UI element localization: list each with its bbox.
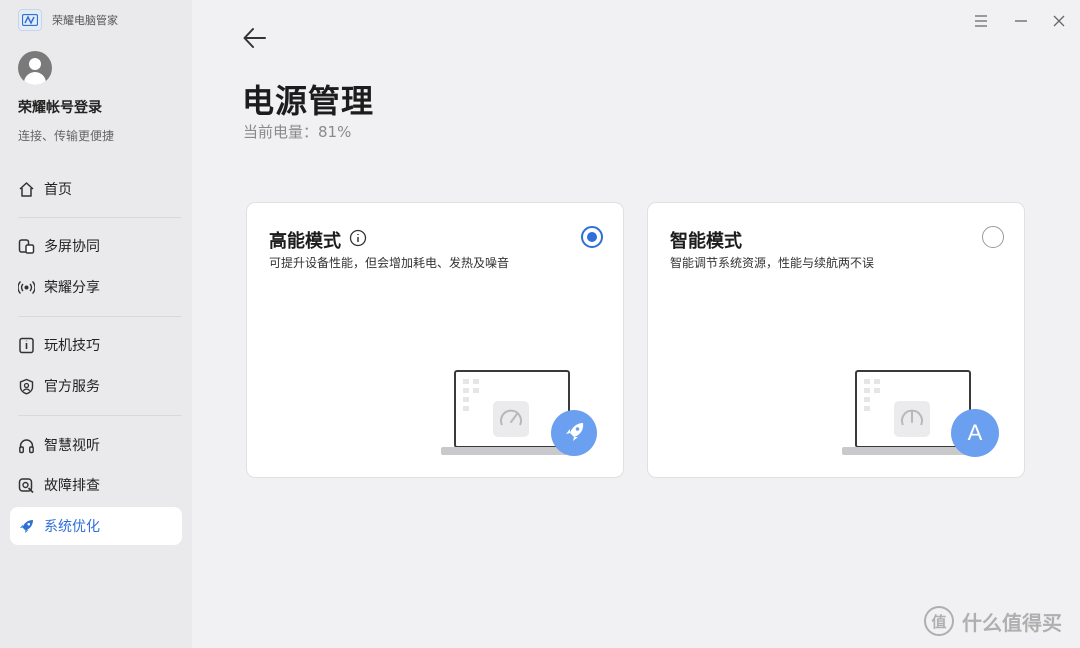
watermark-badge: 值 [924, 606, 954, 636]
mode-card-smart[interactable]: 智能模式 智能调节系统资源，性能与续航两不误 A [647, 202, 1025, 478]
watermark-text: 什么值得买 [962, 610, 1062, 635]
auto-badge-text: A [967, 420, 983, 445]
service-icon [17, 377, 35, 395]
tips-icon [17, 336, 35, 354]
close-icon [1053, 15, 1065, 27]
mode-title: 智能模式 [670, 231, 742, 252]
sidebar-item-home[interactable]: 首页 [10, 170, 182, 208]
mode-description: 智能调节系统资源，性能与续航两不误 [670, 256, 875, 270]
sidebar: 荣耀电脑管家 荣耀帐号登录 连接、传输更便捷 首页 多屏协同 荣耀分享 玩机技巧 [0, 0, 192, 648]
back-button[interactable] [241, 24, 269, 52]
nav-divider [18, 415, 181, 416]
info-icon[interactable] [349, 229, 367, 251]
home-icon [17, 180, 35, 198]
watermark: 值 什么值得买 [924, 606, 1062, 636]
sidebar-item-troubleshoot[interactable]: 故障排查 [10, 466, 182, 504]
mode-description: 可提升设备性能，但会增加耗电、发热及噪音 [269, 256, 510, 270]
sidebar-item-label: 多屏协同 [44, 239, 100, 255]
sidebar-item-label: 系统优化 [44, 519, 100, 535]
share-broadcast-icon [17, 278, 35, 296]
sidebar-item-label: 智慧视听 [44, 438, 100, 454]
sidebar-item-label: 玩机技巧 [44, 338, 100, 354]
headphones-icon [17, 436, 35, 454]
minimize-icon [1015, 20, 1027, 22]
battery-label: 当前电量： [243, 123, 319, 141]
mode-radio-unselected[interactable] [982, 226, 1004, 248]
app-title: 荣耀电脑管家 [52, 14, 118, 27]
sidebar-item-tips[interactable]: 玩机技巧 [10, 326, 182, 364]
rocket-icon [551, 410, 597, 456]
mode-title-row: 高能模式 [269, 227, 367, 253]
nav-divider [18, 316, 181, 317]
minimize-button[interactable] [1010, 10, 1032, 32]
page-title: 电源管理 [242, 82, 375, 120]
multiscreen-icon [17, 237, 35, 255]
sidebar-item-multiscreen[interactable]: 多屏协同 [10, 227, 182, 265]
troubleshoot-icon [17, 476, 35, 494]
app-logo-icon [18, 9, 42, 31]
sidebar-item-service[interactable]: 官方服务 [10, 367, 182, 405]
mode-radio-selected[interactable] [581, 226, 603, 248]
mode-title: 高能模式 [269, 231, 341, 252]
battery-value: 81% [318, 123, 352, 141]
app-title-row: 荣耀电脑管家 [18, 9, 118, 31]
nav-divider [18, 217, 181, 218]
sidebar-item-label: 官方服务 [44, 379, 100, 395]
back-arrow-icon [243, 28, 266, 48]
account-subtitle: 连接、传输更便捷 [18, 129, 115, 143]
mode-card-performance[interactable]: 高能模式 可提升设备性能，但会增加耗电、发热及噪音 [246, 202, 624, 478]
account-login-link[interactable]: 荣耀帐号登录 [18, 97, 102, 117]
sidebar-item-label: 荣耀分享 [44, 280, 100, 296]
mode-title-row: 智能模式 [670, 227, 742, 253]
sidebar-item-label: 故障排查 [44, 478, 100, 494]
main-content: 电源管理 当前电量：81% 高能模式 可提升设备性能，但会增加耗电、发热及噪音 [192, 0, 1080, 648]
close-button[interactable] [1048, 10, 1070, 32]
avatar[interactable] [18, 51, 52, 85]
battery-status: 当前电量：81% [243, 121, 351, 142]
menu-button[interactable] [970, 10, 992, 32]
menu-icon [975, 15, 987, 27]
sidebar-item-system-optimize[interactable]: 系统优化 [10, 507, 182, 545]
sidebar-item-label: 首页 [44, 182, 72, 198]
rocket-icon [17, 517, 35, 535]
sidebar-item-honor-share[interactable]: 荣耀分享 [10, 268, 182, 306]
sidebar-item-smart-av[interactable]: 智慧视听 [10, 426, 182, 464]
auto-a-icon: A [951, 409, 999, 457]
